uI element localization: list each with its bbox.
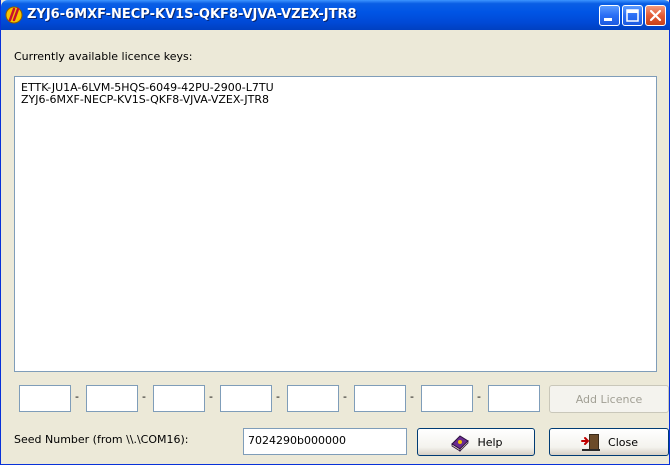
close-button[interactable]: Close — [549, 428, 669, 456]
segment-separator: - — [276, 390, 280, 403]
maximize-button[interactable] — [622, 5, 643, 26]
segment-separator: - — [209, 390, 213, 403]
seed-number-field[interactable]: 7024290b000000 — [243, 428, 407, 455]
seed-number-label: Seed Number (from \\.\COM16): — [14, 433, 189, 446]
licence-keys-list[interactable]: ETTK-JU1A-6LVM-5HQS-6049-42PU-2900-L7TU … — [14, 76, 657, 372]
key-segment-5-input[interactable] — [287, 385, 339, 412]
key-segment-3-input[interactable] — [153, 385, 205, 412]
segment-separator: - — [343, 390, 347, 403]
segment-separator: - — [410, 390, 414, 403]
help-book-icon — [451, 435, 470, 452]
segment-separator: - — [142, 390, 146, 403]
segment-separator: - — [477, 390, 481, 403]
key-segment-2-input[interactable] — [86, 385, 138, 412]
key-segment-8-input[interactable] — [488, 385, 540, 412]
close-door-icon — [581, 434, 601, 451]
licence-window: ZYJ6-6MXF-NECP-KV1S-QKF8-VJVA-VZEX-JTR8 … — [0, 0, 670, 465]
add-licence-button[interactable]: Add Licence — [549, 385, 669, 413]
minimize-icon — [604, 18, 612, 21]
help-button[interactable]: Help — [417, 428, 535, 456]
key-segment-1-input[interactable] — [19, 385, 71, 412]
window-title: ZYJ6-6MXF-NECP-KV1S-QKF8-VJVA-VZEX-JTR8 — [27, 7, 357, 22]
add-licence-label: Add Licence — [575, 392, 643, 406]
app-logo-icon — [5, 6, 23, 24]
maximize-icon — [626, 9, 639, 22]
key-segment-6-input[interactable] — [354, 385, 406, 412]
title-bar[interactable]: ZYJ6-6MXF-NECP-KV1S-QKF8-VJVA-VZEX-JTR8 — [1, 0, 670, 30]
close-label: Close — [608, 435, 638, 449]
window-close-button[interactable] — [645, 5, 666, 26]
segment-separator: - — [75, 390, 79, 403]
minimize-button[interactable] — [599, 5, 620, 26]
help-label: Help — [477, 435, 503, 449]
close-icon — [649, 9, 662, 22]
licence-key-item[interactable]: ZYJ6-6MXF-NECP-KV1S-QKF8-VJVA-VZEX-JTR8 — [21, 94, 650, 106]
key-segment-7-input[interactable] — [421, 385, 473, 412]
keys-list-label: Currently available licence keys: — [14, 50, 193, 63]
key-segment-4-input[interactable] — [220, 385, 272, 412]
